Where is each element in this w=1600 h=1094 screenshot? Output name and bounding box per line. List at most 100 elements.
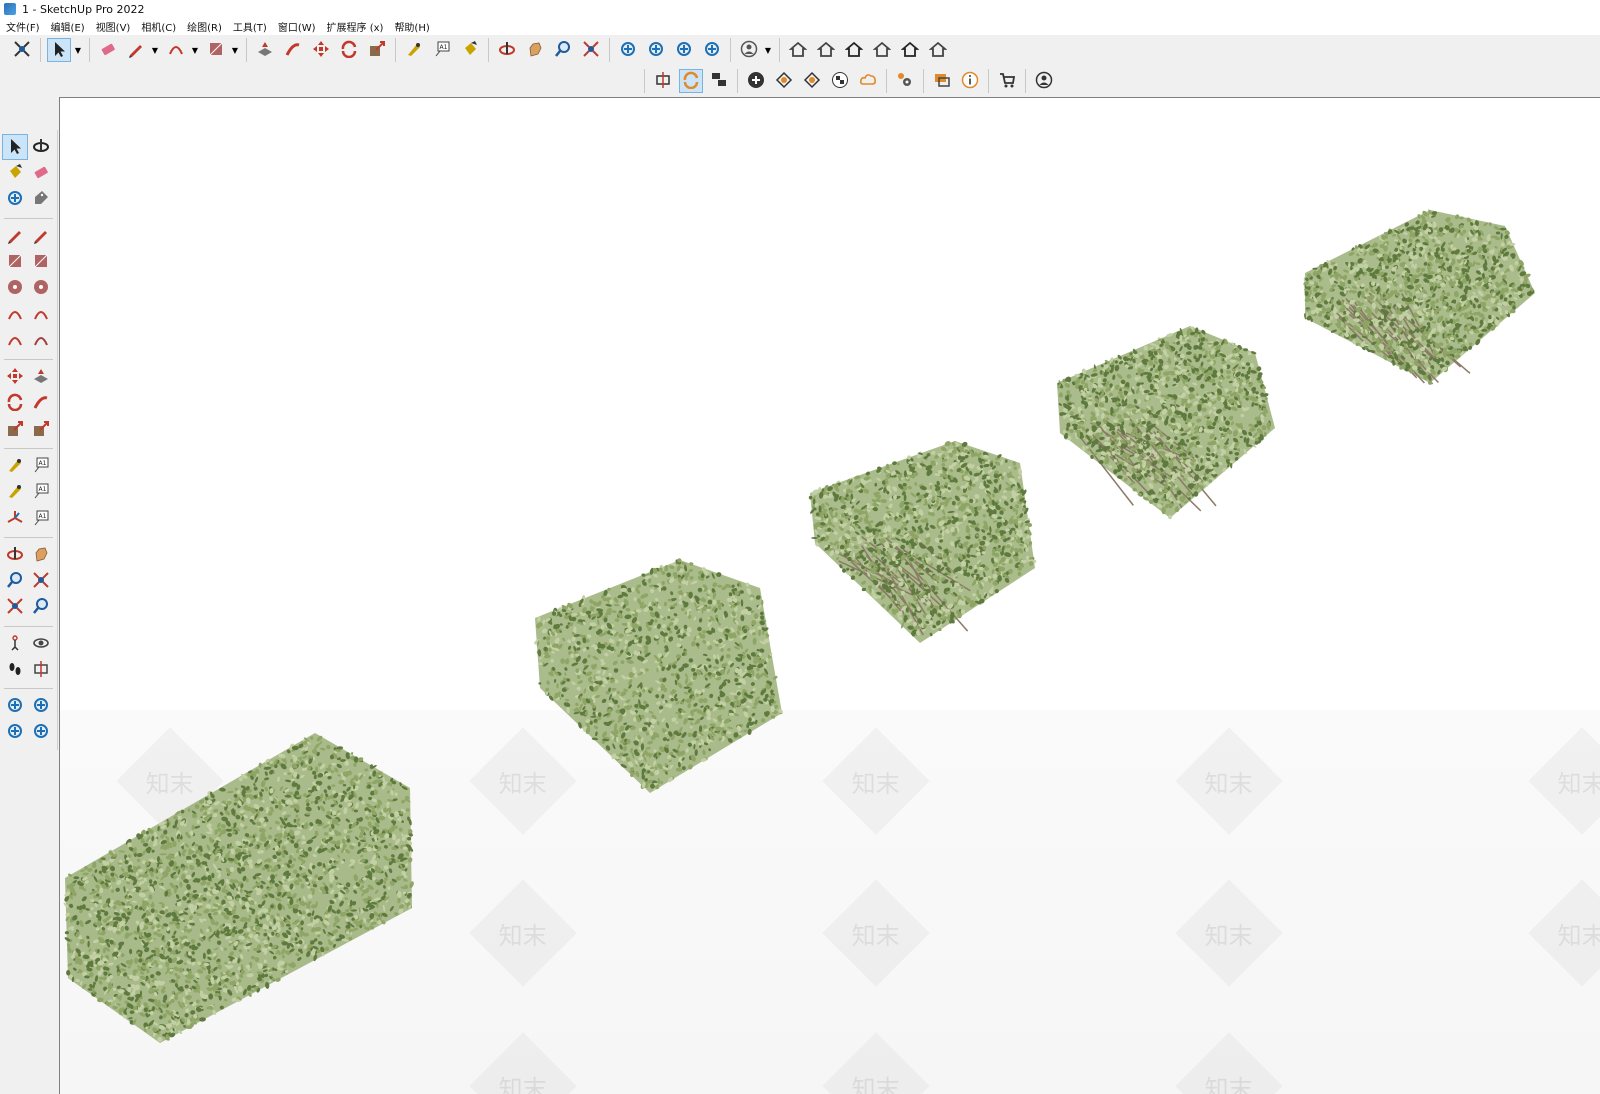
zoom-window-button[interactable]	[579, 38, 603, 62]
sync-button[interactable]	[679, 69, 703, 93]
pencil-button[interactable]	[124, 38, 148, 62]
rectangle-button[interactable]	[204, 38, 228, 62]
hedge-2[interactable]	[533, 558, 784, 793]
profile-button[interactable]	[1032, 69, 1056, 93]
shadow-button[interactable]	[800, 69, 824, 93]
top-view-button[interactable]	[870, 38, 894, 62]
model-viewport[interactable]: 知末 知末 知末 知末 知末 知末 知末 知末 知末 知末 知末 知末	[59, 97, 1600, 1094]
scale-tool-button[interactable]	[2, 417, 28, 443]
zoom-window-tool-button[interactable]	[28, 569, 54, 595]
pie-tool-button[interactable]	[28, 328, 54, 354]
paint-bucket-button[interactable]	[458, 38, 482, 62]
3d-text-tool-button[interactable]: A1	[28, 506, 54, 532]
move-button[interactable]	[309, 38, 333, 62]
rotate-tool-button[interactable]	[2, 391, 28, 417]
scenes-button[interactable]	[707, 69, 731, 93]
menu-item[interactable]: 扩展程序 (x)	[327, 19, 384, 34]
menu-item[interactable]: 视图(V)	[96, 19, 131, 34]
user-account-button[interactable]	[737, 38, 761, 62]
house-outline-button[interactable]	[898, 38, 922, 62]
eraser-tool-button[interactable]	[28, 160, 54, 186]
zoom-tool-button[interactable]	[2, 569, 28, 595]
orbit-button[interactable]	[495, 38, 519, 62]
rotated-rectangle-tool-button[interactable]	[28, 249, 54, 275]
three-point-arc-tool-button[interactable]	[2, 328, 28, 354]
follow-me-button[interactable]	[281, 38, 305, 62]
select-button[interactable]	[47, 38, 71, 62]
section-plane-tool-button[interactable]	[28, 657, 54, 683]
chevron-down-icon[interactable]: ▼	[150, 38, 160, 62]
iso-view-button[interactable]	[786, 38, 810, 62]
geo-location-button[interactable]	[772, 69, 796, 93]
zoom-extents-button[interactable]	[10, 38, 34, 62]
tape-measure-tool-button[interactable]	[2, 453, 28, 479]
side-view-button[interactable]	[926, 38, 950, 62]
zoom-extents-tool-button[interactable]	[2, 595, 28, 621]
rectangle-tool-button[interactable]	[2, 249, 28, 275]
pencil-tool-button[interactable]	[2, 223, 28, 249]
menu-item[interactable]: 相机(C)	[141, 19, 176, 34]
walk-tool-button[interactable]	[2, 657, 28, 683]
tag-tool-button[interactable]	[28, 187, 54, 213]
push-pull-button[interactable]	[253, 38, 277, 62]
follow-me-tool-button[interactable]	[28, 391, 54, 417]
pan-tool-button[interactable]	[28, 542, 54, 568]
chevron-down-icon[interactable]: ▼	[763, 38, 773, 62]
chevron-down-icon[interactable]: ▼	[190, 38, 200, 62]
paint-bucket-tool-button[interactable]	[2, 160, 28, 186]
arc-button[interactable]	[164, 38, 188, 62]
tape-measure-button[interactable]	[402, 38, 426, 62]
select-tool-button[interactable]	[2, 134, 28, 161]
cart-button[interactable]	[995, 69, 1019, 93]
warehouse-tool-button[interactable]	[2, 694, 28, 720]
extension-manager-button[interactable]	[700, 38, 724, 62]
look-around-tool-button[interactable]	[28, 631, 54, 657]
chevron-down-icon[interactable]: ▼	[73, 38, 83, 62]
arc-tool-button[interactable]	[2, 302, 28, 328]
zoom-button[interactable]	[551, 38, 575, 62]
extension-manager-tool-button[interactable]	[28, 720, 54, 746]
checker-button[interactable]	[828, 69, 852, 93]
extension-warehouse-tool-button[interactable]	[28, 694, 54, 720]
previous-view-tool-button[interactable]	[28, 595, 54, 621]
orbit-tool-button[interactable]	[28, 134, 54, 160]
add-location-button[interactable]	[744, 69, 768, 93]
menu-item[interactable]: 编辑(E)	[51, 19, 85, 34]
extension-warehouse-button[interactable]	[644, 38, 668, 62]
dimension-tool-button[interactable]: A1	[28, 453, 54, 479]
layout-tool-button[interactable]	[2, 720, 28, 746]
hedge-3[interactable]	[808, 440, 1037, 643]
push-pull-tool-button[interactable]	[28, 365, 54, 391]
orbit-tool-button[interactable]	[2, 542, 28, 568]
move-tool-button[interactable]	[2, 365, 28, 391]
pan-button[interactable]	[523, 38, 547, 62]
info-button[interactable]	[958, 69, 982, 93]
rotate-button[interactable]	[337, 38, 361, 62]
circle-tool-button[interactable]	[2, 276, 28, 302]
section-plane-button[interactable]	[651, 69, 675, 93]
menu-item[interactable]: 工具(T)	[233, 19, 267, 34]
menu-item[interactable]: 文件(F)	[6, 19, 40, 34]
freehand-tool-button[interactable]	[28, 223, 54, 249]
text-tool-button[interactable]: A1	[28, 480, 54, 506]
chevron-down-icon[interactable]: ▼	[230, 38, 240, 62]
menu-item[interactable]: 绘图(R)	[187, 19, 222, 34]
home-button[interactable]	[842, 38, 866, 62]
cloud-button[interactable]	[856, 69, 880, 93]
text-button[interactable]: A1	[430, 38, 454, 62]
component-tool-button[interactable]	[2, 187, 28, 213]
chat-button[interactable]	[930, 69, 954, 93]
front-view-button[interactable]	[814, 38, 838, 62]
two-point-arc-tool-button[interactable]	[28, 302, 54, 328]
protractor-tool-button[interactable]	[2, 480, 28, 506]
axes-tool-button[interactable]	[2, 506, 28, 532]
polygon-tool-button[interactable]	[28, 276, 54, 302]
menu-item[interactable]: 帮助(H)	[394, 19, 429, 34]
hedge-1[interactable]	[63, 733, 415, 1043]
scale-button[interactable]	[365, 38, 389, 62]
position-camera-tool-button[interactable]	[2, 631, 28, 657]
menu-item[interactable]: 窗口(W)	[278, 19, 316, 34]
settings-button[interactable]	[893, 69, 917, 93]
eraser-button[interactable]	[96, 38, 120, 62]
warehouse-button[interactable]	[616, 38, 640, 62]
